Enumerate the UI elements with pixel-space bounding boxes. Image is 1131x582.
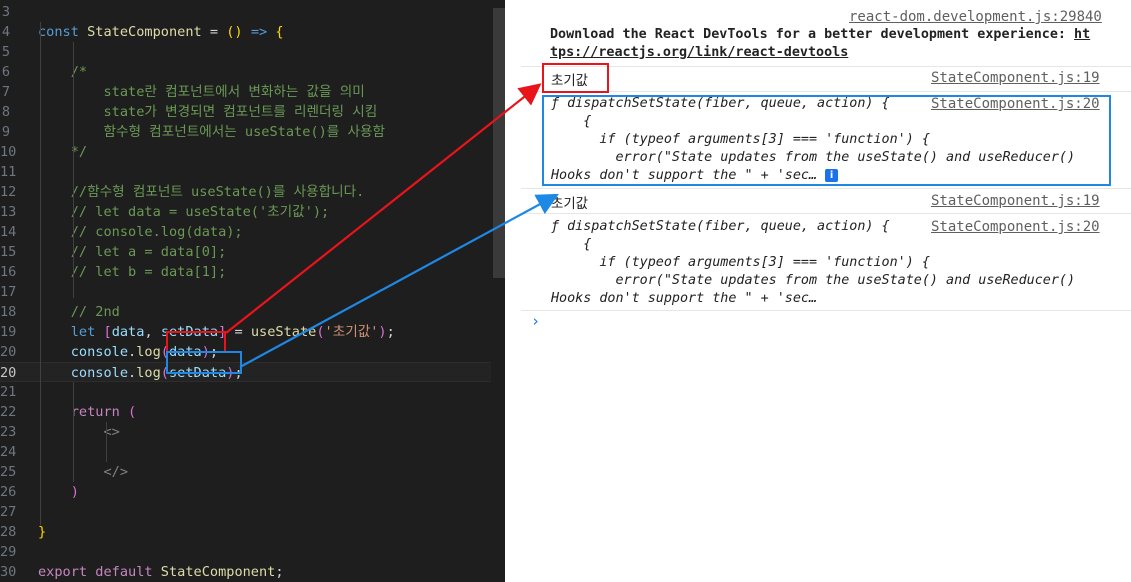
blue-arrow — [239, 193, 559, 368]
annotation-arrows — [225, 83, 559, 368]
red-arrow — [225, 83, 542, 334]
